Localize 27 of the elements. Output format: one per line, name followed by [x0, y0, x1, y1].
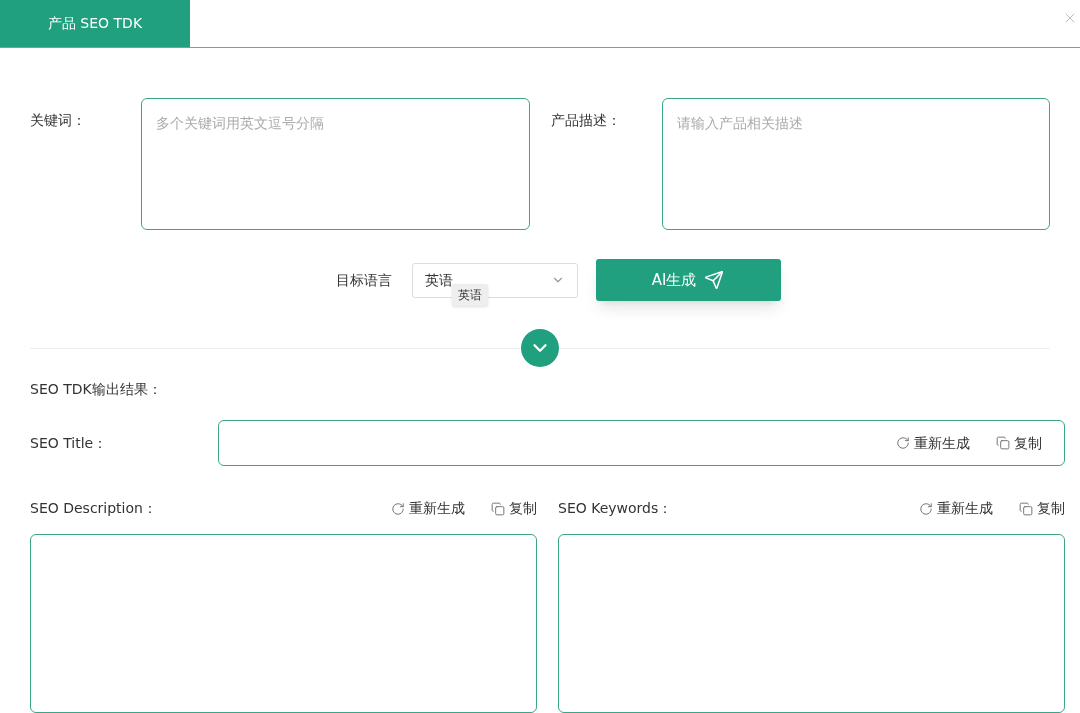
copy-button[interactable]: 复制 — [996, 432, 1042, 454]
tooltip: 英语 — [451, 283, 488, 306]
regenerate-button[interactable]: 重新生成 — [391, 498, 465, 519]
refresh-icon — [896, 436, 910, 450]
field-label: SEO Description： — [30, 499, 157, 518]
send-icon — [704, 270, 725, 290]
field-label: 产品描述： — [550, 111, 622, 130]
regenerate-button[interactable]: 重新生成 — [896, 432, 970, 454]
text-area[interactable] — [558, 534, 1065, 713]
refresh-icon — [391, 501, 405, 516]
copy-icon — [1019, 501, 1033, 516]
expand-button[interactable] — [521, 329, 559, 367]
text-area[interactable] — [30, 534, 537, 713]
section-heading: SEO TDK输出结果： — [30, 381, 162, 397]
text-area[interactable]: 请输入产品相关描述 — [661, 98, 1050, 230]
copy-icon — [996, 436, 1010, 450]
regenerate-button[interactable]: 重新生成 — [919, 498, 993, 519]
field-label: SEO Title： — [30, 433, 109, 453]
refresh-icon — [919, 501, 933, 516]
title-field[interactable]: 重新生成 复制 — [218, 420, 1065, 466]
language-label: 目标语言 — [335, 270, 392, 290]
copy-button[interactable]: 复制 — [491, 498, 537, 519]
copy-button[interactable]: 复制 — [1019, 498, 1065, 519]
copy-icon — [491, 501, 505, 516]
field-label: 关键词： — [30, 111, 87, 130]
field-label: SEO Keywords： — [558, 499, 673, 518]
text-area[interactable]: 多个关键词用英文逗号分隔 — [141, 98, 530, 230]
